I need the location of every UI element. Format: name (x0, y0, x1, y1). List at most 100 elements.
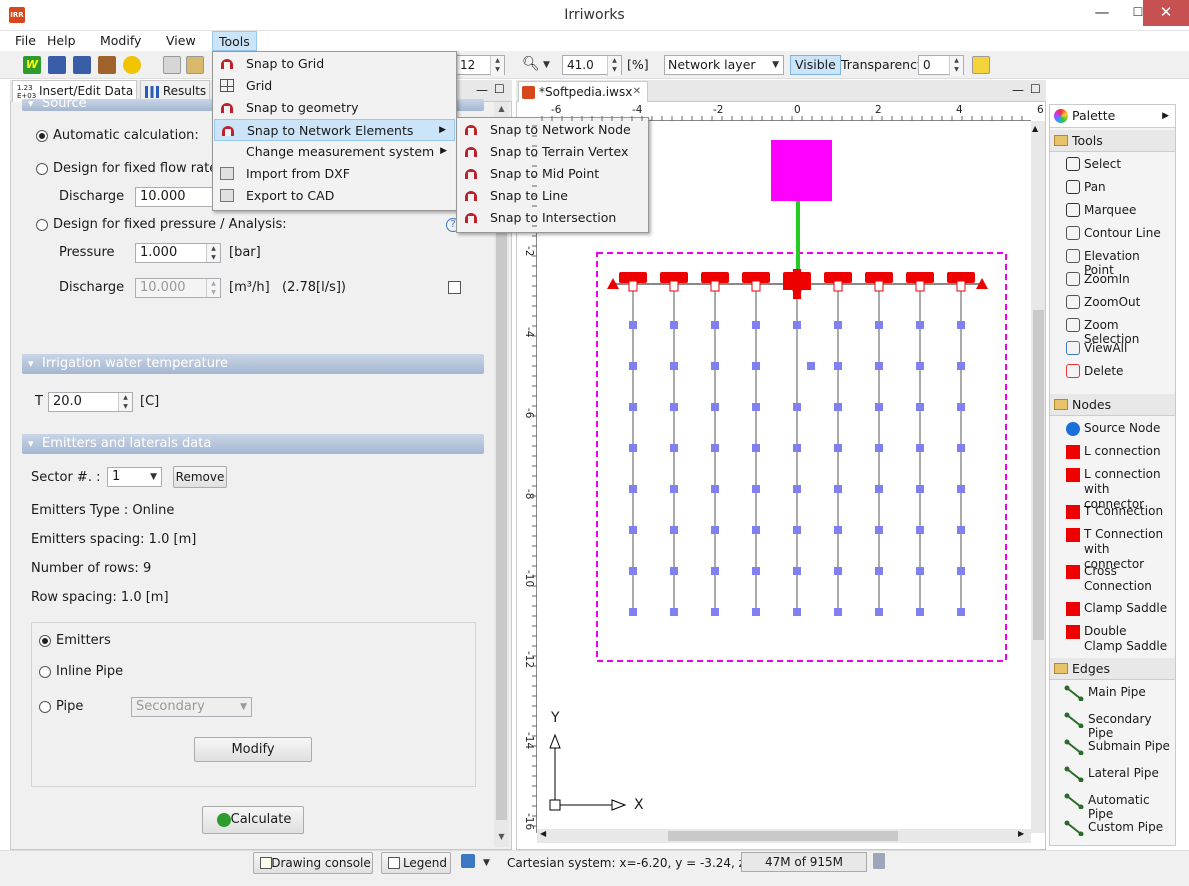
tools-menu-change-measurement-system[interactable]: Change measurement system ▶ (214, 141, 455, 163)
menu-file[interactable]: File (9, 31, 42, 51)
palette-tool-marquee[interactable]: Marquee (1062, 203, 1172, 217)
snap-menu-snap-to-line[interactable]: Snap to Line (458, 185, 647, 207)
legend-button[interactable]: Legend (381, 852, 451, 874)
transparency-input[interactable]: 0 ▲ ▼ (918, 55, 964, 76)
emitter-node (793, 526, 801, 534)
tools-menu-snap-to-grid[interactable]: Snap to Grid (214, 53, 455, 75)
snap-menu-snap-to-intersection[interactable]: Snap to Intersection (458, 207, 647, 229)
palette-tool-zoomout[interactable]: ZoomOut (1062, 295, 1172, 309)
menu-tools[interactable]: Tools (212, 31, 257, 51)
emitter-node (875, 362, 883, 370)
emitter-node (629, 321, 637, 329)
auto-calc-radio[interactable] (36, 130, 48, 142)
layer-select[interactable]: Network layer ▼ (664, 55, 784, 75)
palette-edge-custom-pipe[interactable]: Custom Pipe (1062, 820, 1174, 836)
palette-node-source-node[interactable]: Source Node (1062, 421, 1168, 436)
menu-view[interactable]: View (160, 31, 202, 51)
doc-tab[interactable]: *Softpedia.iwsx ✕ (518, 81, 648, 102)
canvas-hscroll-thumb[interactable] (668, 831, 898, 841)
discharge2-checkbox[interactable] (448, 281, 461, 294)
minimize-panel-icon[interactable]: — (476, 83, 488, 97)
tools-menu-export-to-cad[interactable]: Export to CAD (214, 185, 455, 207)
remove-button[interactable]: Remove (173, 466, 227, 488)
palette-tool-select[interactable]: Select (1062, 157, 1172, 171)
open-icon[interactable] (98, 56, 116, 74)
tools-menu-grid[interactable]: Grid (214, 75, 455, 97)
palette-expand-icon[interactable]: ▶ (1162, 105, 1169, 127)
lightbulb-icon[interactable] (123, 56, 141, 74)
palette-node-clamp-saddle[interactable]: Clamp Saddle (1062, 601, 1168, 616)
emitters-section-header[interactable]: Emitters and laterals data (22, 434, 484, 454)
inline-pipe-radio[interactable] (39, 666, 51, 678)
snap-menu-snap-to-network-node[interactable]: Snap to Network Node (458, 119, 647, 141)
palette-edge-main-pipe[interactable]: Main Pipe (1062, 685, 1174, 701)
zoom-input[interactable]: 41.0 ▲ ▼ (562, 55, 622, 76)
palette-edge-submain-pipe[interactable]: Submain Pipe (1062, 739, 1174, 755)
fixed-flow-radio[interactable] (36, 163, 48, 175)
palette-tool-pan[interactable]: Pan (1062, 180, 1172, 194)
emitter-node (670, 321, 678, 329)
palette-tool-zoomin[interactable]: ZoomIn (1062, 272, 1172, 286)
canvas-vscroll-thumb[interactable] (1033, 310, 1044, 640)
emitters-radio[interactable] (39, 635, 51, 647)
fixed-pressure-radio[interactable] (36, 219, 48, 231)
paste-icon[interactable] (186, 56, 204, 74)
snap-menu-snap-to-terrain-vertex[interactable]: Snap to Terrain Vertex (458, 141, 647, 163)
nodes-drawer-header[interactable]: Nodes (1050, 394, 1175, 416)
coordinate-system-icon[interactable] (461, 854, 475, 868)
save-icon[interactable] (48, 56, 66, 74)
sector-select[interactable]: 1 ▼ (107, 467, 162, 487)
palette-edge-lateral-pipe[interactable]: Lateral Pipe (1062, 766, 1174, 782)
emitter-node (752, 608, 760, 616)
tools-drawer-header[interactable]: Tools (1050, 130, 1175, 152)
palette-node-double-clamp-saddle[interactable]: Double Clamp Saddle (1062, 624, 1168, 654)
trash-gc-icon[interactable] (873, 853, 885, 869)
t-connector (915, 280, 925, 292)
palette-edge-automatic-pipe[interactable]: Automatic Pipe (1062, 793, 1174, 821)
minimize-editor-icon[interactable]: — (1012, 83, 1024, 97)
save-as-icon[interactable] (73, 56, 91, 74)
coordinate-system-dropdown-icon[interactable]: ▼ (483, 858, 490, 868)
copy-icon[interactable] (163, 56, 181, 74)
palette-node-t-connection[interactable]: T Connection (1062, 504, 1168, 519)
edges-drawer-header[interactable]: Edges (1050, 658, 1175, 680)
tools-menu-snap-to-network-elements[interactable]: Snap to Network Elements ▶ (214, 119, 455, 141)
new-project-icon[interactable]: W (23, 56, 41, 74)
palette-tool-contour-line[interactable]: Contour Line (1062, 226, 1172, 240)
emitter-node (875, 567, 883, 575)
minimize-button[interactable]: — (1082, 0, 1122, 26)
pressure-input[interactable]: 1.000 ▲ ▼ (135, 243, 221, 263)
palette-edge-secondary-pipe[interactable]: Secondary Pipe (1062, 712, 1174, 740)
maximize-editor-icon[interactable]: ☐ (1030, 82, 1041, 96)
snap-menu-snap-to-mid-point[interactable]: Snap to Mid Point (458, 163, 647, 185)
emitter-node (752, 321, 760, 329)
transparency-label: Transparency (841, 57, 925, 72)
palette-header[interactable]: Palette ▶ (1050, 105, 1175, 128)
doc-close-icon[interactable]: ✕ (633, 82, 641, 102)
discharge-input[interactable]: 10.000 (135, 187, 213, 207)
calculate-button[interactable]: Calculate (202, 806, 304, 834)
palette-node-cross-connection[interactable]: Cross Connection (1062, 564, 1168, 594)
tools-menu-snap-to-geometry[interactable]: Snap to geometry (214, 97, 455, 119)
drawing-console-button[interactable]: Drawing console (253, 852, 373, 874)
maximize-panel-icon[interactable]: ☐ (494, 82, 505, 96)
menu-modify[interactable]: Modify (94, 31, 147, 51)
temperature-section-header[interactable]: Irrigation water temperature (22, 354, 484, 374)
emitter-node (629, 608, 637, 616)
temperature-input[interactable]: 20.0 ▲ ▼ (48, 392, 133, 412)
pipe-radio[interactable] (39, 701, 51, 713)
zoom-step-input[interactable]: 12 ▲ ▼ (455, 55, 505, 76)
palette-tool-viewall[interactable]: ViewAll (1062, 341, 1172, 355)
close-button[interactable]: ✕ (1143, 0, 1189, 26)
zoom-dropdown-icon[interactable]: ▼ (543, 60, 550, 70)
emitter-node (711, 567, 719, 575)
palette-icon (1054, 109, 1068, 123)
lock-layer-icon[interactable] (972, 56, 990, 74)
menu-help[interactable]: Help (41, 31, 82, 51)
palette-node-l-connection[interactable]: L connection (1062, 444, 1168, 459)
tools-menu-import-from-dxf[interactable]: Import from DXF (214, 163, 455, 185)
modify-button[interactable]: Modify (194, 737, 312, 762)
visible-toggle[interactable]: Visible (790, 55, 841, 75)
search-zoom-icon[interactable]: 🔍︎ (522, 56, 540, 72)
palette-tool-delete[interactable]: Delete (1062, 364, 1172, 378)
